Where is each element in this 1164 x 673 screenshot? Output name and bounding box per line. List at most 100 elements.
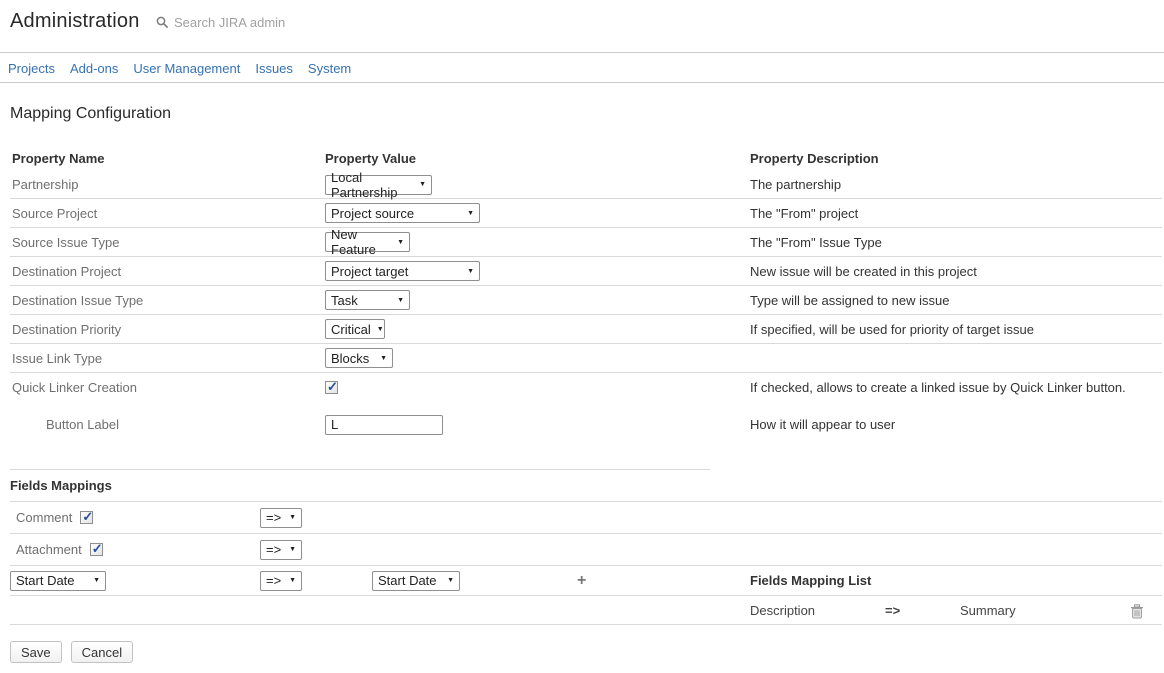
fields-mappings-title: Fields Mappings (10, 478, 112, 493)
select-value: => (266, 510, 281, 525)
dropdown-arrow-icon: ▼ (289, 514, 296, 521)
dropdown-arrow-icon: ▼ (397, 239, 404, 246)
select-value: => (266, 542, 281, 557)
table-row: Destination Priority Critical ▼ If speci… (10, 315, 1162, 344)
mapping-configuration-table: Property Name Property Value Property De… (10, 145, 1162, 625)
table-row: Issue Link Type Blocks ▼ (10, 344, 1162, 373)
property-name-label: Quick Linker Creation (10, 380, 325, 395)
dropdown-arrow-icon: ▼ (289, 546, 296, 553)
form-actions: Save Cancel (10, 641, 133, 663)
comment-operator-select[interactable]: => ▼ (260, 508, 302, 528)
property-description: The "From" project (750, 206, 1162, 221)
table-row: Partnership Local Partnership ▼ The part… (10, 171, 1162, 199)
nav-item-system[interactable]: System (308, 61, 351, 76)
mapping-target-label: Summary (960, 603, 1016, 618)
section-title: Mapping Configuration (10, 105, 171, 123)
select-value: Critical (331, 322, 371, 337)
select-value: Start Date (16, 573, 75, 588)
mapping-operator-select[interactable]: => ▼ (260, 571, 302, 591)
table-row: Destination Project Project target ▼ New… (10, 257, 1162, 286)
select-value: New Feature (331, 227, 391, 257)
fields-mapping-row: Attachment => ▼ (10, 534, 1162, 566)
nav-item-user-management[interactable]: User Management (133, 61, 240, 76)
app-header: Administration (0, 0, 1164, 53)
property-name-label: Issue Link Type (10, 351, 325, 366)
source-issue-type-select[interactable]: New Feature ▼ (325, 232, 410, 252)
column-header-property-name: Property Name (10, 151, 325, 166)
property-description: If checked, allows to create a linked is… (750, 380, 1162, 395)
fields-mapping-row: Start Date ▼ => ▼ Start Date ▼ + Fields … (10, 566, 1162, 596)
destination-priority-select[interactable]: Critical ▼ (325, 319, 385, 339)
column-header-property-description: Property Description (750, 151, 1162, 166)
admin-search[interactable] (156, 15, 344, 30)
search-icon (156, 16, 169, 29)
save-button[interactable]: Save (10, 641, 62, 663)
dropdown-arrow-icon: ▼ (467, 210, 474, 217)
property-name-label: Destination Issue Type (10, 293, 325, 308)
table-row: Source Issue Type New Feature ▼ The "Fro… (10, 228, 1162, 257)
attachment-checkbox[interactable] (90, 543, 103, 556)
table-row: Quick Linker Creation If checked, allows… (10, 373, 1162, 402)
source-project-select[interactable]: Project source ▼ (325, 203, 480, 223)
dropdown-arrow-icon: ▼ (447, 577, 454, 584)
comment-checkbox[interactable] (80, 511, 93, 524)
quick-linker-checkbox[interactable] (325, 381, 338, 394)
fields-mapping-list-title: Fields Mapping List (750, 573, 871, 588)
dropdown-arrow-icon: ▼ (419, 181, 426, 188)
fields-mappings-header-row: Fields Mappings (10, 470, 1162, 502)
property-name-label: Source Issue Type (10, 235, 325, 250)
dropdown-arrow-icon: ▼ (380, 355, 387, 362)
select-value: => (266, 573, 281, 588)
select-value: Blocks (331, 351, 369, 366)
add-mapping-button[interactable]: + (577, 573, 586, 589)
property-description: Type will be assigned to new issue (750, 293, 1162, 308)
nav-item-addons[interactable]: Add-ons (70, 61, 118, 76)
select-value: Start Date (378, 573, 437, 588)
fields-mapping-list-row: Description => Summary (10, 596, 1162, 625)
target-field-select[interactable]: Start Date ▼ (372, 571, 460, 591)
table-row: Source Project Project source ▼ The "Fro… (10, 199, 1162, 228)
dropdown-arrow-icon: ▼ (289, 577, 296, 584)
page-title: Administration (10, 10, 140, 33)
button-label-input[interactable] (325, 415, 443, 435)
property-description: The "From" Issue Type (750, 235, 1162, 250)
property-name-label: Destination Project (10, 264, 325, 279)
property-name-label: Destination Priority (10, 322, 325, 337)
field-label: Comment (16, 510, 72, 525)
search-input[interactable] (174, 15, 344, 30)
partnership-select[interactable]: Local Partnership ▼ (325, 175, 432, 195)
dropdown-arrow-icon: ▼ (377, 326, 384, 333)
dropdown-arrow-icon: ▼ (467, 268, 474, 275)
column-header-property-value: Property Value (325, 151, 750, 166)
mapping-operator-label: => (885, 603, 900, 618)
property-description: How it will appear to user (750, 417, 1162, 432)
property-description: If specified, will be used for priority … (750, 322, 1162, 337)
dropdown-arrow-icon: ▼ (397, 297, 404, 304)
table-header-row: Property Name Property Value Property De… (10, 145, 1162, 171)
fields-mapping-row: Comment => ▼ (10, 502, 1162, 534)
field-label: Attachment (16, 542, 82, 557)
table-row: Button Label How it will appear to user (10, 402, 1162, 447)
source-field-select[interactable]: Start Date ▼ (10, 571, 106, 591)
table-row: Destination Issue Type Task ▼ Type will … (10, 286, 1162, 315)
property-name-label: Partnership (10, 177, 325, 192)
issue-link-type-select[interactable]: Blocks ▼ (325, 348, 393, 368)
nav-item-projects[interactable]: Projects (8, 61, 55, 76)
delete-mapping-button[interactable] (1130, 604, 1144, 619)
destination-issue-type-select[interactable]: Task ▼ (325, 290, 410, 310)
nav-item-issues[interactable]: Issues (255, 61, 293, 76)
destination-project-select[interactable]: Project target ▼ (325, 261, 480, 281)
mapping-source-label: Description (750, 603, 815, 618)
cancel-button[interactable]: Cancel (71, 641, 133, 663)
admin-nav: Projects Add-ons User Management Issues … (0, 54, 1164, 83)
trash-icon (1130, 607, 1144, 622)
select-value: Local Partnership (331, 170, 413, 200)
property-name-label: Button Label (10, 417, 325, 432)
dropdown-arrow-icon: ▼ (93, 577, 100, 584)
property-description: New issue will be created in this projec… (750, 264, 1162, 279)
select-value: Task (331, 293, 358, 308)
attachment-operator-select[interactable]: => ▼ (260, 540, 302, 560)
property-name-label: Source Project (10, 206, 325, 221)
property-description: The partnership (750, 177, 1162, 192)
select-value: Project source (331, 206, 414, 221)
